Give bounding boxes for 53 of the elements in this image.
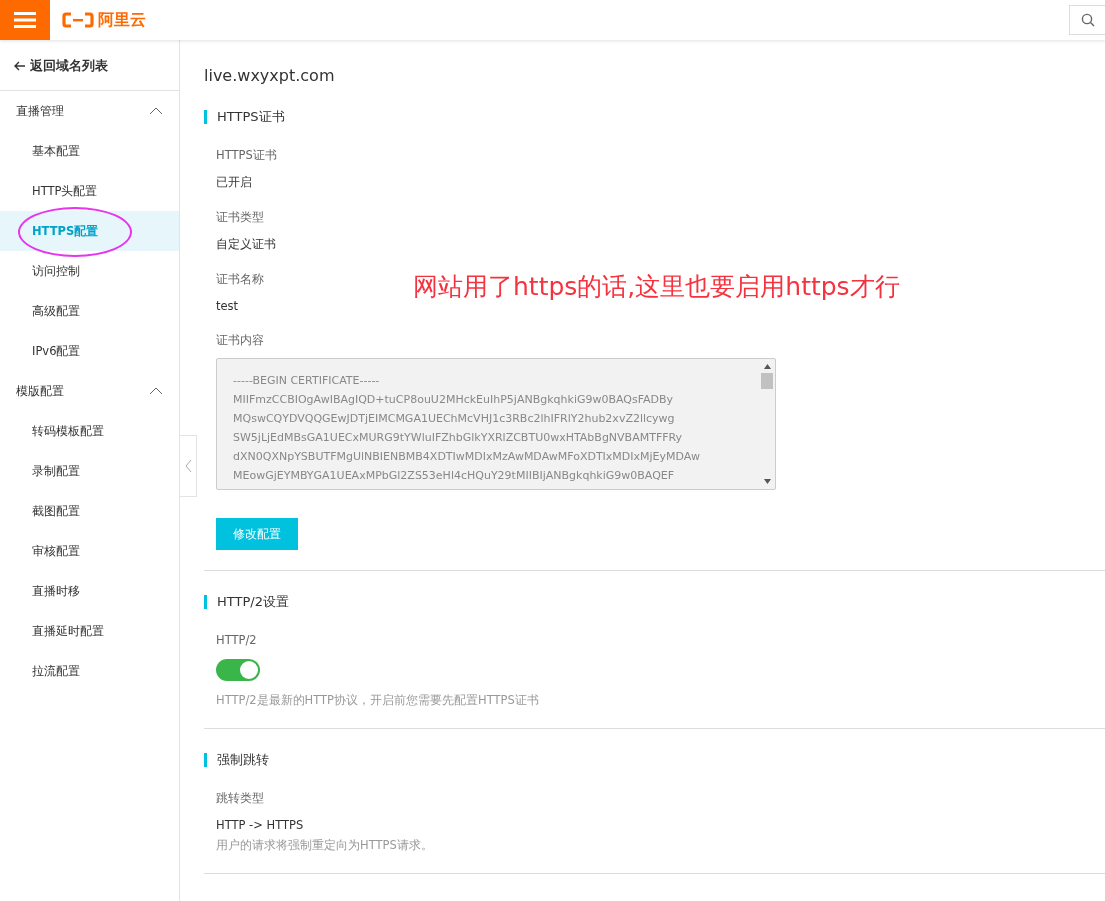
sidebar-group-header[interactable]: 直播管理 <box>0 91 179 131</box>
toggle-switch[interactable] <box>216 659 260 681</box>
hint-text: HTTP/2是最新的HTTP协议，开启前您需要先配置HTTPS证书 <box>216 693 539 708</box>
certificate-line: MIIFmzCCBIOgAwIBAgIQD+tuCP8ouU2MHckEuIhP5jANBgkqhkiG9w0BAQsFADBy <box>233 392 675 408</box>
certificate-line: MQswCQYDVQQGEwJDTjEIMCMGA1UEChMcVHJ1c3RBc2lhIFRlY2hub2xvZ2llcywg <box>233 411 676 427</box>
sidebar-item[interactable]: 审核配置 <box>0 531 179 571</box>
back-arrow-icon <box>14 61 26 71</box>
field-label: 跳转类型 <box>216 791 264 806</box>
domain-title: live.wxyxpt.com <box>204 66 336 86</box>
hint-text: 用户的请求将强制重定向为HTTPS请求。 <box>216 838 433 853</box>
sidebar-item[interactable]: 截图配置 <box>0 491 179 531</box>
search-field[interactable] <box>1069 5 1105 35</box>
certificate-line: MEowGjEYMBYGA1UEAxMPbGl2ZS53eHl4cHQuY29tMIIBIjANBgkqhkiG9w0BAQEF <box>233 468 676 484</box>
menu-button[interactable] <box>0 0 50 40</box>
sidebar-item[interactable]: 直播延时配置 <box>0 611 179 651</box>
field-value: test <box>216 299 239 313</box>
field-label: 证书类型 <box>216 210 264 225</box>
back-link[interactable]: 返回域名列表 <box>0 40 179 91</box>
sidebar-item[interactable]: HTTP头配置 <box>0 171 179 211</box>
certificate-textarea[interactable] <box>216 358 776 490</box>
chevron-left-icon <box>184 459 192 473</box>
sidebar-item[interactable]: 直播时移 <box>0 571 179 611</box>
section-title: 强制跳转 <box>204 753 1105 767</box>
sidebar-item[interactable]: 高级配置 <box>0 291 179 331</box>
field-label: 证书名称 <box>216 272 264 287</box>
sidebar-item[interactable]: 录制配置 <box>0 451 179 491</box>
sidebar-item[interactable]: 基本配置 <box>0 131 179 171</box>
field-value: HTTP -> HTTPS <box>216 818 304 832</box>
field-label: 证书内容 <box>216 333 264 348</box>
group-title: 直播管理 <box>16 102 64 120</box>
group-title: 模版配置 <box>16 382 64 400</box>
logo-text: 阿里云 <box>98 9 146 31</box>
sidebar-group-header[interactable]: 模版配置 <box>0 371 179 411</box>
sidebar-item[interactable]: 访问控制 <box>0 251 179 291</box>
search-icon <box>1080 13 1095 27</box>
section-title: HTTP/2设置 <box>204 595 1105 609</box>
certificate-line: -----BEGIN CERTIFICATE----- <box>233 373 381 389</box>
sidebar-item[interactable]: 转码模板配置 <box>0 411 179 451</box>
scroll-down-icon <box>763 479 771 484</box>
sidebar-item[interactable]: IPv6配置 <box>0 331 179 371</box>
menu-icon <box>14 12 36 28</box>
certificate-line: SW5jLjEdMBsGA1UECxMURG9tYWluIFZhbGlkYXRlZCBTU0wxHTAbBgNVBAMTFFRy <box>233 430 684 446</box>
field-value: 自定义证书 <box>216 237 276 252</box>
field-label: HTTPS证书 <box>216 148 277 163</box>
section-title: HTTPS证书 <box>204 110 1105 124</box>
scrollbar-thumb[interactable] <box>761 373 773 389</box>
scroll-up-icon <box>763 364 771 369</box>
certificate-line: dXN0QXNpYSBUTFMgUlNBIENBMB4XDTIwMDIxMzAwMDAwMFoXDTIxMDIxMjEyMDAw <box>233 449 701 465</box>
logo-icon <box>62 12 94 28</box>
field-value: 已开启 <box>216 175 252 190</box>
field-label: HTTP/2 <box>216 633 257 647</box>
sidebar-item[interactable]: 拉流配置 <box>0 651 179 691</box>
annotation-text: 网站用了https的话,这里也要启用https才行 <box>413 271 900 303</box>
